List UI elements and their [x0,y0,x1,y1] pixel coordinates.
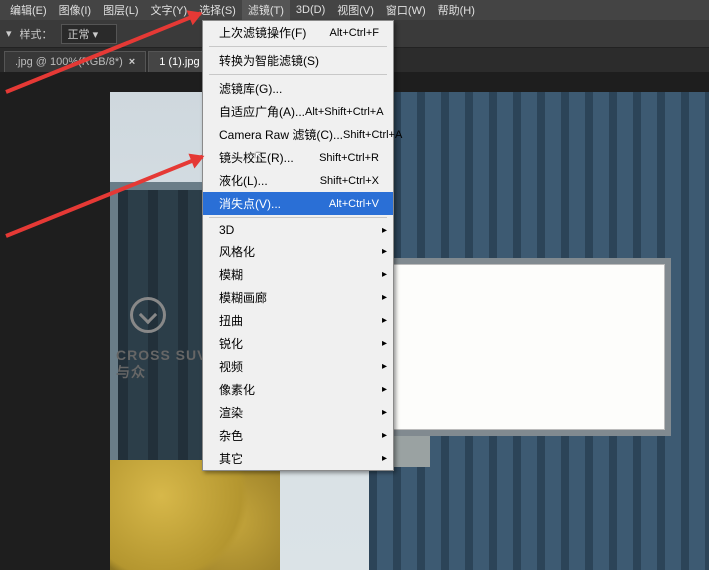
menu-item-label: 消失点(V)... [219,195,281,212]
filter-menu: 上次滤镜操作(F) Alt+Ctrl+F 转换为智能滤镜(S) 滤镜库(G)..… [202,20,394,471]
menu-item-noise[interactable]: 杂色 [203,424,393,447]
menu-item-video[interactable]: 视频 [203,355,393,378]
menu-item-distort[interactable]: 扭曲 [203,309,393,332]
menu-item-shortcut: Alt+Ctrl+V [329,198,379,210]
menu-item-lens-correction[interactable]: 镜头校正(R)... Shift+Ctrl+R [203,146,393,169]
menu-item-vanishing-point[interactable]: 消失点(V)... Alt+Ctrl+V [203,192,393,215]
close-icon[interactable]: × [129,56,135,68]
menu-item-label: 杂色 [219,427,243,444]
menu-view[interactable]: 视图(V) [331,0,380,20]
menu-separator [209,217,387,218]
menu-3d[interactable]: 3D(D) [290,2,331,18]
menu-item-label: 渲染 [219,404,243,421]
menu-filter[interactable]: 滤镜(T) [242,0,290,20]
sign-line-1: CROSS SUV [116,347,207,364]
photo-logo-icon [130,297,166,333]
style-value: 正常 [68,29,90,41]
menu-item-sharpen[interactable]: 锐化 [203,332,393,355]
menu-item-adaptive-wide-angle[interactable]: 自适应广角(A)... Alt+Shift+Ctrl+A [203,100,393,123]
cursor-icon: ↖ [254,148,266,165]
menu-item-shortcut: Shift+Ctrl+R [319,152,379,164]
menu-item-camera-raw[interactable]: Camera Raw 滤镜(C)... Shift+Ctrl+A [203,123,393,146]
menu-item-other[interactable]: 其它 [203,447,393,470]
tool-dropdown-icon[interactable]: ▾ [6,27,12,40]
menu-edit[interactable]: 编辑(E) [4,0,53,20]
menu-item-shortcut: Shift+Ctrl+X [320,175,379,187]
menu-item-pixelate[interactable]: 像素化 [203,378,393,401]
photo-billboard [387,264,665,430]
photo-tree [110,460,280,570]
photo-signboard: CROSS SUV 与众 [116,347,207,381]
menu-item-shortcut: Alt+Shift+Ctrl+A [305,106,384,118]
menu-item-label: 模糊 [219,266,243,283]
menu-separator [209,74,387,75]
menu-item-label: 视频 [219,358,243,375]
menu-item-3d[interactable]: 3D [203,220,393,240]
style-select[interactable]: 正常 ▾ [61,24,118,44]
menu-item-label: 液化(L)... [219,172,268,189]
menu-item-label: 扭曲 [219,312,243,329]
menu-item-shortcut: Shift+Ctrl+A [343,129,402,141]
menu-item-stylize[interactable]: 风格化 [203,240,393,263]
style-label: 样式： [20,26,53,42]
menu-help[interactable]: 帮助(H) [432,0,481,20]
menu-item-label: 其它 [219,450,243,467]
menu-item-render[interactable]: 渲染 [203,401,393,424]
menu-item-label: Camera Raw 滤镜(C)... [219,126,343,143]
menu-item-blur-gallery[interactable]: 模糊画廊 [203,286,393,309]
menu-item-label: 模糊画廊 [219,289,267,306]
menubar: 编辑(E) 图像(I) 图层(L) 文字(Y) 选择(S) 滤镜(T) 3D(D… [0,0,709,20]
menu-item-filter-gallery[interactable]: 滤镜库(G)... [203,77,393,100]
sign-line-2: 与众 [116,364,207,381]
menu-image[interactable]: 图像(I) [53,0,97,20]
menu-item-label: 滤镜库(G)... [219,80,282,97]
menu-item-label: 上次滤镜操作(F) [219,24,306,41]
menu-window[interactable]: 窗口(W) [380,0,432,20]
menu-item-label: 锐化 [219,335,243,352]
menu-layer[interactable]: 图层(L) [97,0,144,20]
menu-item-convert-smart[interactable]: 转换为智能滤镜(S) [203,49,393,72]
menu-item-label: 风格化 [219,243,255,260]
menu-item-liquify[interactable]: 液化(L)... Shift+Ctrl+X [203,169,393,192]
menu-separator [209,46,387,47]
menu-item-label: 3D [219,223,234,237]
menu-item-label: 自适应广角(A)... [219,103,305,120]
menu-item-label: 像素化 [219,381,255,398]
menu-item-blur[interactable]: 模糊 [203,263,393,286]
menu-item-last-filter[interactable]: 上次滤镜操作(F) Alt+Ctrl+F [203,21,393,44]
menu-item-shortcut: Alt+Ctrl+F [329,27,379,39]
photo-billboard-frame [381,258,671,436]
menu-item-label: 转换为智能滤镜(S) [219,52,319,69]
